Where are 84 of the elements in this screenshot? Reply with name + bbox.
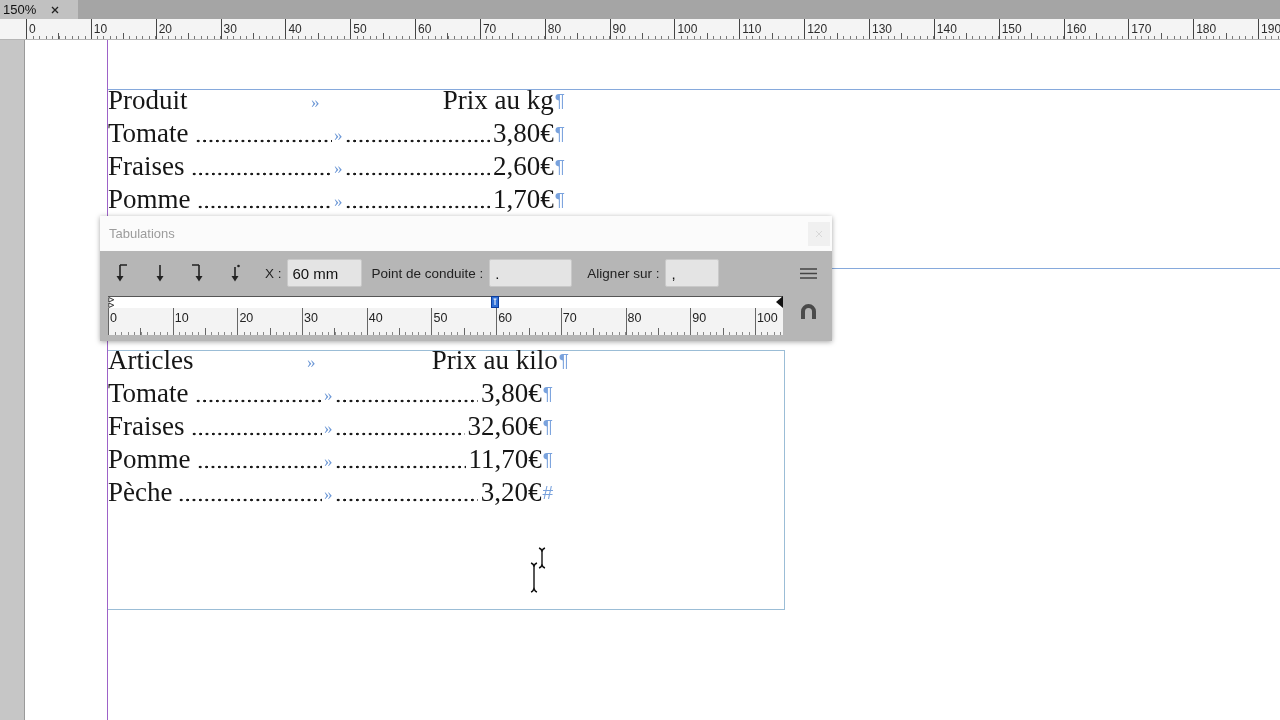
ruler-number: 120 [807,22,828,36]
end-mark: ¶ [542,382,553,406]
ruler-number: 0 [110,310,117,326]
ruler-number: 180 [1196,22,1217,36]
leader-field[interactable]: . [489,259,573,287]
product-name: Tomate [108,377,189,410]
product-name: Fraises [108,410,185,443]
product-name: Pèche [108,476,173,509]
ruler-number: 0 [29,22,36,36]
tab-stop-track[interactable] [108,296,783,308]
end-mark: ¶ [554,188,565,212]
ruler-number: 90 [692,310,707,326]
close-icon [815,229,823,238]
ruler-number: 80 [547,22,562,36]
ruler-number: 40 [368,310,383,326]
document-tab[interactable]: 150% [0,0,78,19]
end-mark: ¶ [554,155,565,179]
ruler-number: 150 [1001,22,1022,36]
product-name: Pomme [108,443,191,476]
ruler-number: 130 [871,22,892,36]
ruler-number: 100 [677,22,698,36]
ruler-number: 60 [498,310,513,326]
end-mark: ¶ [554,122,565,146]
ruler-number: 160 [1066,22,1087,36]
ruler-number: 30 [304,310,318,326]
product-name: Tomate [108,117,189,150]
ruler-number: 170 [1131,22,1152,36]
price-text: 11,70€ [468,443,542,476]
ruler-number: 10 [174,310,189,326]
tab-character: » [334,158,343,180]
ruler-number: 100 [756,310,778,326]
position-label: X : [265,265,282,281]
ruler-number: 50 [433,310,448,326]
end-mark: ¶ [558,349,569,373]
price-text: 3,80€ [481,377,542,410]
tab-character: » [311,92,320,114]
tab-character: » [324,418,333,440]
ruler-number: 110 [742,22,762,36]
ruler-number: 60 [418,22,432,36]
magnet-icon[interactable] [800,303,817,320]
tab-character: » [324,484,333,506]
ruler-number: 140 [936,22,957,36]
price-text: 1,70€ [493,183,554,216]
ruler-number: 20 [239,310,254,326]
ruler-number: 40 [288,22,302,36]
price-text: 3,80€ [493,117,554,150]
product-name: Fraises [108,150,185,183]
end-mark: ¶ [542,415,553,439]
panel-title: Tabulations [109,226,175,241]
tab-character: » [324,385,333,407]
tab-character: » [307,352,316,374]
corner-arrow-icon [115,264,129,282]
ruler-number: 20 [158,22,173,36]
position-field[interactable]: 60 mm [286,259,362,287]
ruler-number: 70 [482,22,497,36]
tab-character: » [324,451,333,473]
column-heading: Prix au kg [442,84,554,117]
column-heading: Produit [108,84,188,117]
close-icon[interactable] [51,5,60,14]
align-on-field[interactable]: , [665,259,720,287]
column-heading: Articles [108,344,194,377]
tab-stop-marker[interactable] [490,296,499,308]
ruler-number: 90 [612,22,626,36]
menu-icon[interactable] [800,267,817,279]
end-mark: ¶ [542,448,553,472]
ruler-number: 80 [627,310,642,326]
column-heading: Prix au kilo [431,344,558,377]
corner-arrow-icon [190,264,204,282]
price-text: 2,60€ [493,150,554,183]
ruler-number: 10 [93,22,108,36]
ruler-number: 70 [562,310,577,326]
price-text: 3,20€ [480,476,542,509]
align-on-label: Aligner sur : [587,265,660,281]
tab-character: » [334,125,343,147]
tab-character: » [334,191,343,213]
end-mark: # [542,481,553,505]
ruler-number: 190 [1261,22,1280,36]
product-name: Pomme [108,183,191,216]
triangle-marker-icon[interactable] [776,296,783,308]
end-mark: ¶ [554,89,565,113]
ruler-number: 50 [353,22,367,36]
ruler-number: 30 [223,22,237,36]
price-text: 32,60€ [467,410,542,443]
leader-label: Point de conduite : [371,265,484,281]
